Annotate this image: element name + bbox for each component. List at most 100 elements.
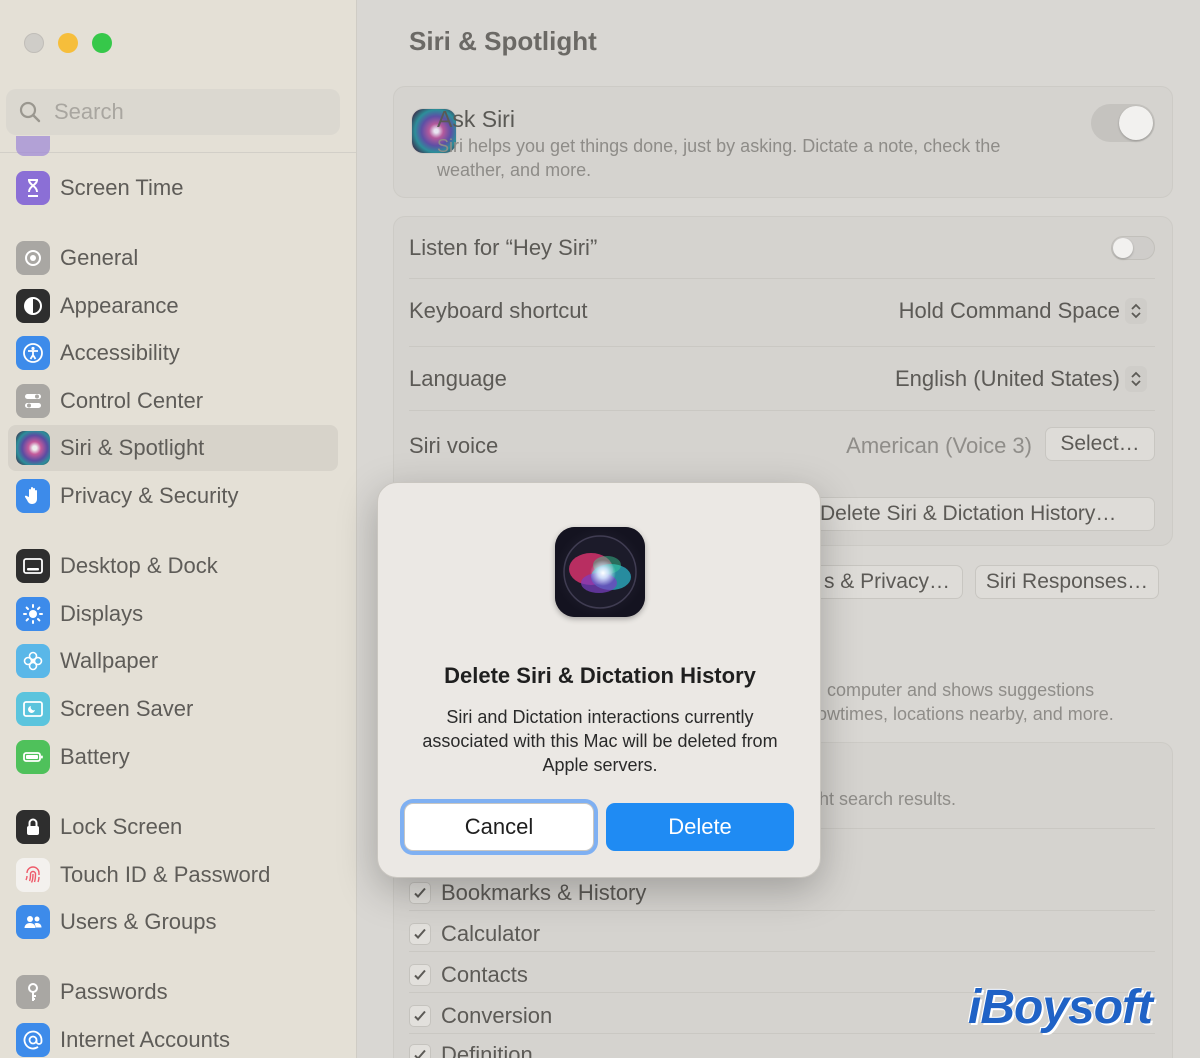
siri-responses-button[interactable]: Siri Responses… [975, 565, 1159, 599]
sidebar-item-screen-saver[interactable]: Screen Saver [8, 686, 338, 732]
sidebar-item-screen-time[interactable]: Screen Time [8, 165, 338, 211]
minimize-window-button[interactable] [58, 33, 78, 53]
gear-icon [16, 241, 50, 275]
siri-voice-value: American (Voice 3) [846, 433, 1032, 458]
sidebar-item-label: Internet Accounts [60, 1027, 230, 1052]
select-voice-button[interactable]: Select… [1045, 427, 1155, 461]
sidebar-item-internet-accounts[interactable]: Internet Accounts [8, 1017, 338, 1058]
sidebar-item-label: Appearance [60, 293, 179, 318]
checkbox[interactable] [409, 923, 431, 945]
dialog-message: Siri and Dictation interactions currentl… [422, 707, 778, 775]
zoom-window-button[interactable] [92, 33, 112, 53]
chevron-updown-icon [1131, 303, 1141, 319]
sidebar-item-desktop-dock[interactable]: Desktop & Dock [8, 543, 338, 589]
checkmark-icon [414, 1010, 426, 1021]
sidebar-item-label: Wallpaper [60, 648, 159, 673]
checkbox-row-conversion[interactable]: Conversion [409, 1003, 552, 1029]
search-results-description: ht search results. [819, 789, 957, 809]
ask-siri-toggle[interactable] [1091, 104, 1155, 142]
accessibility-icon [16, 336, 50, 370]
row-divider [409, 278, 1155, 279]
search-field[interactable] [6, 89, 340, 135]
dock-icon [16, 549, 50, 583]
key-icon [16, 975, 50, 1009]
checkbox-row-contacts[interactable]: Contacts [409, 962, 528, 988]
checkbox-label: Calculator [441, 921, 541, 946]
language-label: Language [409, 366, 507, 391]
siri-app-icon [555, 527, 645, 617]
hey-siri-toggle[interactable] [1111, 236, 1155, 260]
close-window-button[interactable] [24, 33, 44, 53]
sidebar-item-lock-screen[interactable]: Lock Screen [8, 804, 338, 850]
delete-button[interactable]: Delete [606, 803, 794, 851]
checkbox[interactable] [409, 882, 431, 904]
sidebar-item-appearance[interactable]: Appearance [8, 283, 338, 329]
keyboard-shortcut-value[interactable]: Hold Command Space [899, 298, 1120, 324]
checkbox-row-calculator[interactable]: Calculator [409, 921, 540, 947]
sidebar-item-label: Control Center [60, 388, 204, 413]
sidebar-divider [0, 152, 356, 153]
checkbox-row-bookmarks[interactable]: Bookmarks & History [409, 880, 646, 906]
sidebar-item-partial-icon [16, 136, 50, 156]
sidebar-item-label: Accessibility [60, 340, 180, 365]
checkbox-label: Bookmarks & History [441, 880, 647, 905]
dialog-title: Delete Siri & Dictation History [444, 663, 756, 688]
delete-history-dialog: Delete Siri & Dictation History Siri and… [377, 482, 821, 878]
sidebar-item-passwords[interactable]: Passwords [8, 969, 338, 1015]
sidebar-item-battery[interactable]: Battery [8, 734, 338, 780]
sidebar-item-touch-id[interactable]: Touch ID & Password [8, 852, 338, 898]
sidebar: Screen Time General Appearance Accessibi… [0, 0, 357, 1058]
checkbox[interactable] [409, 1005, 431, 1027]
sidebar-item-label: Displays [60, 601, 144, 626]
siri-icon [16, 431, 50, 465]
at-icon [16, 1023, 50, 1057]
flower-icon [16, 644, 50, 678]
siri-voice-label: Siri voice [409, 433, 499, 458]
checkbox-label: Conversion [441, 1003, 553, 1028]
sidebar-item-label: Lock Screen [60, 814, 183, 839]
sidebar-item-label: General [60, 245, 139, 270]
checkbox[interactable] [409, 1044, 431, 1058]
suggestions-description-line1: computer and shows suggestions [827, 680, 1095, 700]
search-input[interactable] [52, 98, 316, 126]
sidebar-item-label: Battery [60, 744, 130, 769]
control-center-icon [16, 384, 50, 418]
ask-siri-description: Siri helps you get things done, just by … [437, 136, 1001, 180]
sidebar-item-control-center[interactable]: Control Center [8, 378, 338, 424]
sidebar-item-displays[interactable]: Displays [8, 591, 338, 637]
sidebar-item-wallpaper[interactable]: Wallpaper [8, 638, 338, 684]
language-stepper[interactable] [1125, 366, 1147, 392]
hey-siri-label: Listen for “Hey Siri” [409, 235, 598, 260]
language-value[interactable]: English (United States) [895, 366, 1120, 392]
sidebar-item-label: Siri & Spotlight [60, 435, 205, 460]
hourglass-icon [16, 171, 50, 205]
window-controls [24, 33, 112, 53]
sidebar-item-label: Users & Groups [60, 909, 217, 934]
sidebar-item-label: Privacy & Security [60, 483, 239, 508]
sidebar-item-general[interactable]: General [8, 235, 338, 281]
sidebar-item-label: Passwords [60, 979, 168, 1004]
checkbox-row-definition[interactable]: Definition [409, 1042, 533, 1058]
sidebar-item-label: Screen Time [60, 175, 184, 200]
sidebar-item-siri-spotlight[interactable]: Siri & Spotlight [8, 425, 338, 471]
chevron-updown-icon [1131, 371, 1141, 387]
cancel-button[interactable]: Cancel [404, 803, 594, 851]
sun-icon [16, 597, 50, 631]
lock-icon [16, 810, 50, 844]
sidebar-item-accessibility[interactable]: Accessibility [8, 330, 338, 376]
keyboard-shortcut-stepper[interactable] [1125, 298, 1147, 324]
checkmark-icon [414, 887, 426, 898]
sidebar-item-label: Screen Saver [60, 696, 194, 721]
users-icon [16, 905, 50, 939]
row-divider [409, 346, 1155, 347]
checkmark-icon [414, 928, 426, 939]
delete-history-button[interactable]: Delete Siri & Dictation History… [811, 497, 1155, 531]
fingerprint-icon [16, 858, 50, 892]
row-divider [409, 910, 1155, 911]
sidebar-item-privacy-security[interactable]: Privacy & Security [8, 473, 338, 519]
checkmark-icon [414, 1049, 426, 1058]
sidebar-item-users-groups[interactable]: Users & Groups [8, 899, 338, 945]
ask-siri-title: Ask Siri [437, 106, 515, 132]
appearance-icon [16, 289, 50, 323]
checkbox[interactable] [409, 964, 431, 986]
